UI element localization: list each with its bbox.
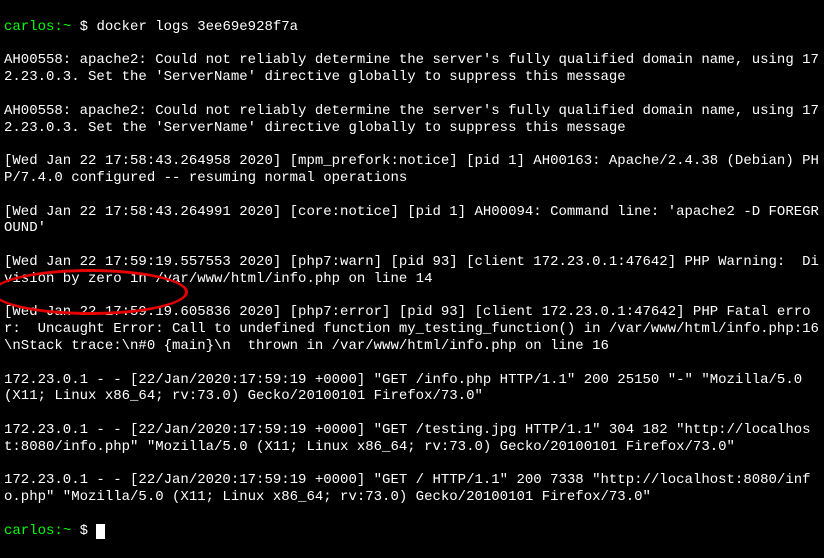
- prompt-line-2[interactable]: carlos:~ $: [4, 523, 820, 540]
- log-line: 172.23.0.1 - - [22/Jan/2020:17:59:19 +00…: [4, 422, 820, 456]
- log-line: 172.23.0.1 - - [22/Jan/2020:17:59:19 +00…: [4, 472, 820, 506]
- log-line: [Wed Jan 22 17:58:43.264958 2020] [mpm_p…: [4, 153, 820, 187]
- prompt-path: ~: [63, 523, 71, 539]
- prompt-dollar: $: [71, 19, 96, 35]
- prompt-path: ~: [63, 19, 71, 35]
- terminal-output[interactable]: carlos:~ $ docker logs 3ee69e928f7a AH00…: [0, 0, 824, 558]
- prompt-dollar: $: [71, 523, 96, 539]
- log-line-fatal-error: [Wed Jan 22 17:59:19.605836 2020] [php7:…: [4, 304, 820, 354]
- log-line: [Wed Jan 22 17:59:19.557553 2020] [php7:…: [4, 254, 820, 288]
- prompt-user: carlos:: [4, 523, 63, 539]
- prompt-user: carlos:: [4, 19, 63, 35]
- log-line: AH00558: apache2: Could not reliably det…: [4, 52, 820, 86]
- prompt-line-1: carlos:~ $ docker logs 3ee69e928f7a: [4, 19, 820, 36]
- log-line: 172.23.0.1 - - [22/Jan/2020:17:59:19 +00…: [4, 372, 820, 406]
- log-line: [Wed Jan 22 17:58:43.264991 2020] [core:…: [4, 204, 820, 238]
- command-text: docker logs 3ee69e928f7a: [96, 19, 298, 35]
- log-line: AH00558: apache2: Could not reliably det…: [4, 103, 820, 137]
- cursor-icon: [96, 524, 105, 539]
